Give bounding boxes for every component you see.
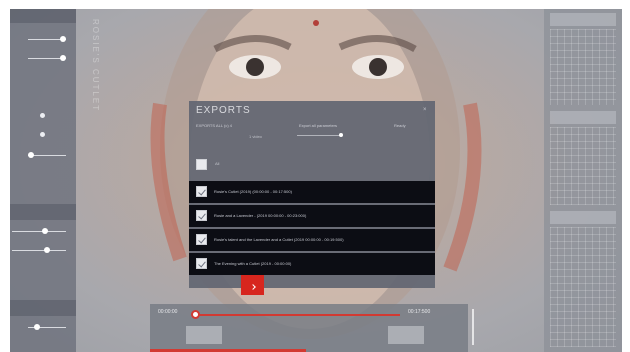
checkbox-checked-icon[interactable] xyxy=(196,234,207,245)
timeline-playhead[interactable] xyxy=(191,310,200,319)
left-panel xyxy=(10,9,76,352)
checkbox-checked-icon[interactable] xyxy=(196,210,207,221)
export-row-label: Rosie's talent and the Lavender and a Cu… xyxy=(214,237,344,242)
export-row-label: Rosie and a Lavender - (2019 00:00:00 - … xyxy=(214,213,307,218)
select-all-checkbox[interactable] xyxy=(196,159,207,170)
left-slider-6-knob[interactable] xyxy=(34,324,40,330)
right-panel-header-3 xyxy=(550,211,616,224)
arrow-down-right-icon xyxy=(250,284,256,290)
timeline-track[interactable] xyxy=(195,314,400,316)
dialog-status: Ready xyxy=(394,123,406,128)
export-row[interactable]: Rosie's talent and the Lavender and a Cu… xyxy=(189,229,435,251)
left-slider-5-knob[interactable] xyxy=(44,247,50,253)
app-frame: ROSIE'S CUTLET 00:00:00 00:17:500 EXPORT… xyxy=(10,9,622,352)
left-slider-5-track[interactable] xyxy=(12,250,66,251)
left-panel-section xyxy=(10,204,76,220)
left-panel-footer xyxy=(10,300,76,316)
export-row[interactable]: Rosie's Cutlet (2019) (00:00:00 - 00:17:… xyxy=(189,181,435,203)
right-panel-header-2 xyxy=(550,111,616,124)
export-row-label: Rosie's Cutlet (2019) (00:00:00 - 00:17:… xyxy=(214,189,292,194)
left-toggle-2[interactable] xyxy=(40,132,45,137)
left-slider-4-track[interactable] xyxy=(12,231,66,232)
select-all-label: All xyxy=(215,161,220,166)
timeline-start-time: 00:00:00 xyxy=(158,309,178,315)
left-slider-1-knob[interactable] xyxy=(60,36,66,42)
timeline-clip-thumb-1[interactable] xyxy=(186,326,222,344)
dialog-title: EXPORTS xyxy=(196,105,251,116)
timeline-end-time: 00:17:500 xyxy=(408,309,431,315)
dialog-option-value: 1 video xyxy=(249,134,262,139)
timeline: 00:00:00 00:17:500 xyxy=(150,304,468,352)
right-panel xyxy=(544,9,622,352)
checkbox-checked-icon[interactable] xyxy=(196,258,207,269)
right-panel-grid-1 xyxy=(550,29,616,105)
export-row[interactable]: Rosie and a Lavender - (2019 00:00:00 - … xyxy=(189,205,435,227)
left-slider-4-knob[interactable] xyxy=(42,228,48,234)
left-slider-3-knob[interactable] xyxy=(28,152,34,158)
export-button[interactable] xyxy=(241,275,264,295)
dialog-option-slider[interactable] xyxy=(297,135,341,136)
right-panel-header-1 xyxy=(550,13,616,26)
right-panel-grid-3 xyxy=(550,227,616,347)
export-row-label: The Evening with a Cutlet (2019 - 00:00:… xyxy=(214,261,292,266)
scroll-indicator[interactable] xyxy=(472,309,474,345)
left-slider-2-knob[interactable] xyxy=(60,55,66,61)
timeline-clip-thumb-2[interactable] xyxy=(388,326,424,344)
left-toggle-1[interactable] xyxy=(40,113,45,118)
close-icon[interactable]: × xyxy=(423,107,427,113)
export-row[interactable]: The Evening with a Cutlet (2019 - 00:00:… xyxy=(189,253,435,275)
dialog-option-slider-knob[interactable] xyxy=(339,133,343,137)
left-panel-header xyxy=(10,9,76,23)
dialog-subtitle: EXPORTS ALL (c) 4 xyxy=(196,123,233,128)
vertical-title: ROSIE'S CUTLET xyxy=(91,19,100,113)
right-panel-grid-2 xyxy=(550,127,616,205)
exports-dialog: EXPORTS × EXPORTS ALL (c) 4 Export all p… xyxy=(189,101,435,288)
dialog-option-label: Export all parameters xyxy=(299,123,338,128)
checkbox-checked-icon[interactable] xyxy=(196,186,207,197)
